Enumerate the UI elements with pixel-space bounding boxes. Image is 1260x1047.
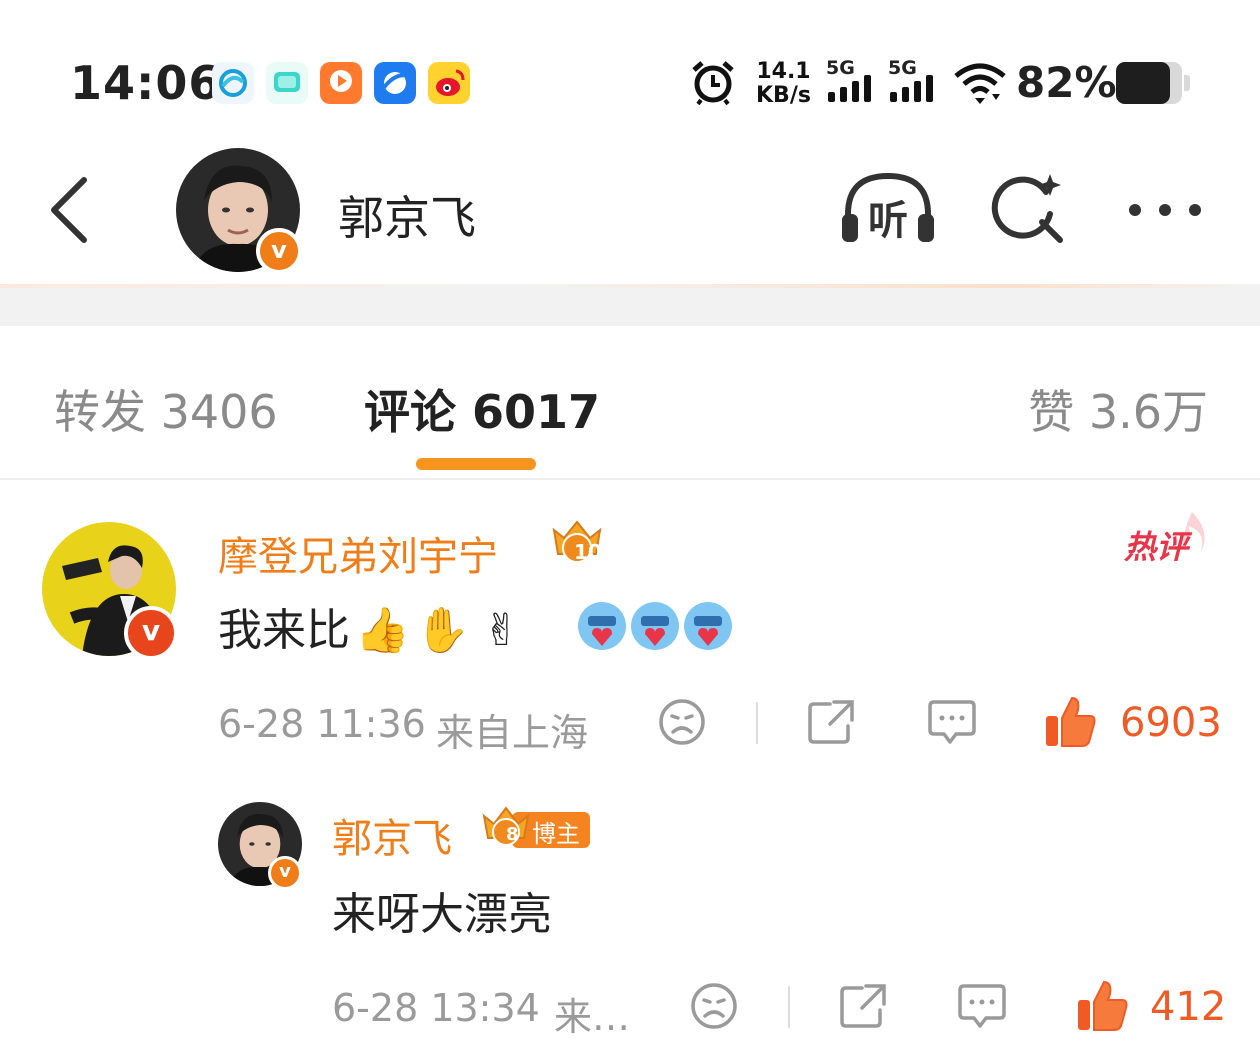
heart-sticker-group <box>576 600 736 654</box>
search-button[interactable] <box>988 170 1070 250</box>
back-button[interactable] <box>40 170 100 250</box>
sad-face-icon <box>691 983 737 1029</box>
signal-2: 5G <box>888 58 942 106</box>
china-mobile-icon <box>212 62 254 104</box>
blue-heart-sticker-icon <box>578 602 732 650</box>
battery-percent: 82% <box>1016 58 1117 107</box>
sad-face-icon <box>659 699 705 745</box>
share-icon <box>840 984 886 1028</box>
reply-sad-face-button[interactable] <box>688 980 740 1036</box>
level-number: 8 <box>506 824 519 845</box>
battery-tip <box>1184 75 1190 91</box>
reply-timestamp: 6-28 13:34 <box>332 986 540 1030</box>
tab-comments[interactable]: 评论 6017 <box>364 376 600 442</box>
comment-text: 我来比 <box>218 605 350 656</box>
victory-hand-emoji: ✌ <box>482 605 520 656</box>
reply-comment-button[interactable] <box>954 980 1010 1036</box>
comment-like-count: 6903 <box>1120 700 1222 746</box>
network-speed-value: 14.1 <box>756 59 811 84</box>
more-button[interactable] <box>1120 190 1210 230</box>
ai-search-icon <box>991 174 1063 243</box>
verified-badge: v <box>256 228 302 274</box>
battery-icon <box>1116 62 1190 104</box>
browser-app-icon <box>374 62 416 104</box>
verified-badge: v <box>268 856 302 890</box>
comment-location: 来自上海 <box>436 711 589 755</box>
reply-like-count: 412 <box>1150 984 1227 1030</box>
comment-timestamp: 6-28 11:36 <box>218 702 426 746</box>
chevron-left-icon <box>51 177 87 243</box>
section-separator <box>0 288 1260 326</box>
level-badge: 10 <box>546 518 608 570</box>
network-speed: 14.1 KB/s <box>756 60 811 108</box>
tab-repost[interactable]: 转发 3406 <box>54 376 278 442</box>
chat-bubble-icon <box>958 984 1006 1028</box>
weibo-app-icon <box>428 62 470 104</box>
video-app-icon <box>320 62 362 104</box>
comment-content: 我来比 👍 ✋ ✌ <box>218 594 520 658</box>
battery-fill <box>1116 62 1171 104</box>
tab-likes[interactable]: 赞 3.6万 <box>1028 376 1208 442</box>
comment-reply-button[interactable] <box>924 696 980 752</box>
signal-1: 5G <box>826 58 880 106</box>
chat-app-icon <box>266 62 308 104</box>
thumbs-up-emoji: 👍 <box>355 605 410 656</box>
raised-hand-emoji: ✋ <box>414 605 470 656</box>
more-dots-icon <box>1129 204 1201 216</box>
listen-button[interactable]: 听 <box>838 170 938 250</box>
alarm-icon <box>690 58 736 110</box>
listen-label: 听 <box>868 198 908 244</box>
network-speed-unit: KB/s <box>756 83 811 108</box>
verified-badge: v <box>124 606 178 660</box>
thumbs-up-liked-icon <box>1046 696 1096 747</box>
reply-username[interactable]: 郭京飞 <box>332 806 452 864</box>
reply-share-button[interactable] <box>836 980 892 1036</box>
comment-share-button[interactable] <box>804 696 860 752</box>
action-divider <box>788 986 790 1028</box>
reply-badges: 博主 8 <box>478 804 590 852</box>
comment-sad-face-button[interactable] <box>656 696 708 752</box>
reply-like-button[interactable] <box>1074 978 1130 1038</box>
page-title: 郭京飞 <box>338 191 476 245</box>
share-icon <box>808 700 854 744</box>
action-divider <box>756 702 758 744</box>
hot-comment-tag: 热评 <box>1122 508 1212 568</box>
chat-bubble-icon <box>928 700 976 744</box>
author-tag-label: 博主 <box>532 820 580 848</box>
reply-location: 来… <box>554 995 631 1039</box>
signal-bars-icon <box>890 75 933 102</box>
commenter-username[interactable]: 摩登兄弟刘宇宁 <box>218 524 498 582</box>
tabs-divider <box>0 478 1260 480</box>
thumbs-up-liked-icon <box>1078 980 1128 1031</box>
comment-like-button[interactable] <box>1042 694 1098 754</box>
level-number: 10 <box>574 540 602 564</box>
wifi-icon <box>952 62 1008 110</box>
hot-comment-label: 热评 <box>1124 528 1189 566</box>
reply-text: 来呀大漂亮 <box>332 889 552 940</box>
status-time: 14:06 <box>70 56 222 110</box>
signal-bars-icon <box>828 75 871 102</box>
tab-active-indicator <box>416 458 536 470</box>
